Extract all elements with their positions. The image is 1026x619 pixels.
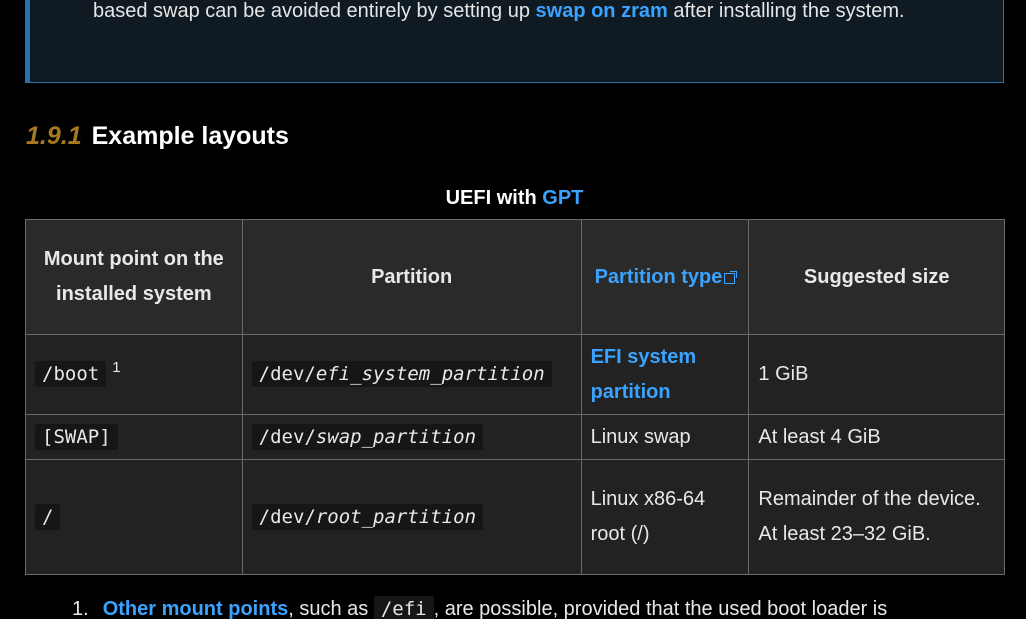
header-partition-type: Partition type (580, 219, 750, 335)
partition-var: root_partition (315, 505, 477, 528)
mount-code: [SWAP] (35, 423, 118, 450)
partition-type-link[interactable]: Partition type (595, 266, 723, 288)
cell-size: At least 4 GiB (748, 414, 1005, 460)
efi-system-partition-link[interactable]: EFI system partition (591, 346, 697, 403)
header-suggested-size: Suggested size (748, 219, 1005, 335)
cell-size: Remainder of the device. At least 23–32 … (748, 459, 1005, 575)
partition-prefix: /dev/ (258, 425, 316, 448)
cell-type: EFI system partition (580, 334, 750, 415)
note-text-after: after installing the system. (667, 0, 905, 22)
mount-code: / (35, 503, 61, 530)
footnote-code: /efi (373, 596, 434, 619)
section-title: Example layouts (91, 122, 289, 150)
partition-prefix: /dev/ (258, 363, 316, 385)
cell-mount: / (25, 459, 243, 575)
note-box: based swap can be avoided entirely by se… (25, 0, 1004, 83)
swap-on-zram-link[interactable]: swap on zram (536, 0, 668, 22)
footnote-number: 1. (72, 598, 89, 619)
section-heading: 1.9.1 Example layouts (26, 122, 289, 151)
gpt-link[interactable]: GPT (542, 187, 583, 209)
partition-var: swap_partition (315, 425, 477, 448)
partition-code: /dev/efi_system_partition (251, 361, 552, 387)
note-text-before: based swap can be avoided entirely by se… (93, 0, 536, 22)
header-mount-point: Mount point on the installed system (25, 219, 243, 335)
cell-size: 1 GiB (748, 334, 1005, 415)
footnote-text1: , such as (288, 598, 374, 619)
note-text: based swap can be avoided entirely by se… (93, 0, 993, 29)
caption-prefix: UEFI with (445, 187, 543, 209)
cell-mount: /boot 1 (25, 334, 243, 415)
partition-prefix: /dev/ (258, 505, 316, 528)
table-row: /boot 1 /dev/efi_system_partition EFI sys… (25, 334, 1005, 415)
mount-code: /boot (35, 361, 107, 387)
section-number: 1.9.1 (26, 122, 82, 150)
cell-type: Linux x86-64 root (/) (580, 459, 750, 575)
cell-partition: /dev/root_partition (241, 459, 582, 575)
table-header-row: Mount point on the installed system Part… (25, 219, 1005, 335)
footnote-ref[interactable]: 1 (112, 359, 120, 376)
other-mount-points-link[interactable]: Other mount points (103, 598, 289, 619)
header-partition: Partition (241, 219, 582, 335)
cell-mount: [SWAP] (25, 414, 243, 460)
footnote-item: 1. Other mount points, such as /efi, are … (72, 596, 888, 619)
table-row: / /dev/root_partition Linux x86-64 root … (25, 459, 1005, 575)
cell-type: Linux swap (580, 414, 750, 460)
page: based swap can be avoided entirely by se… (0, 0, 1026, 619)
cell-partition: /dev/efi_system_partition (241, 334, 582, 415)
footnote-text2: , are possible, provided that the used b… (433, 598, 888, 619)
partition-var: efi_system_partition (315, 363, 545, 385)
table-caption: UEFI with GPT (25, 187, 1004, 210)
table-row: [SWAP] /dev/swap_partition Linux swap At… (25, 414, 1005, 460)
external-link-icon[interactable] (724, 270, 738, 284)
partition-code: /dev/swap_partition (251, 423, 484, 450)
partition-code: /dev/root_partition (251, 503, 484, 530)
cell-partition: /dev/swap_partition (241, 414, 582, 460)
example-layout-table: Mount point on the installed system Part… (25, 219, 1005, 575)
